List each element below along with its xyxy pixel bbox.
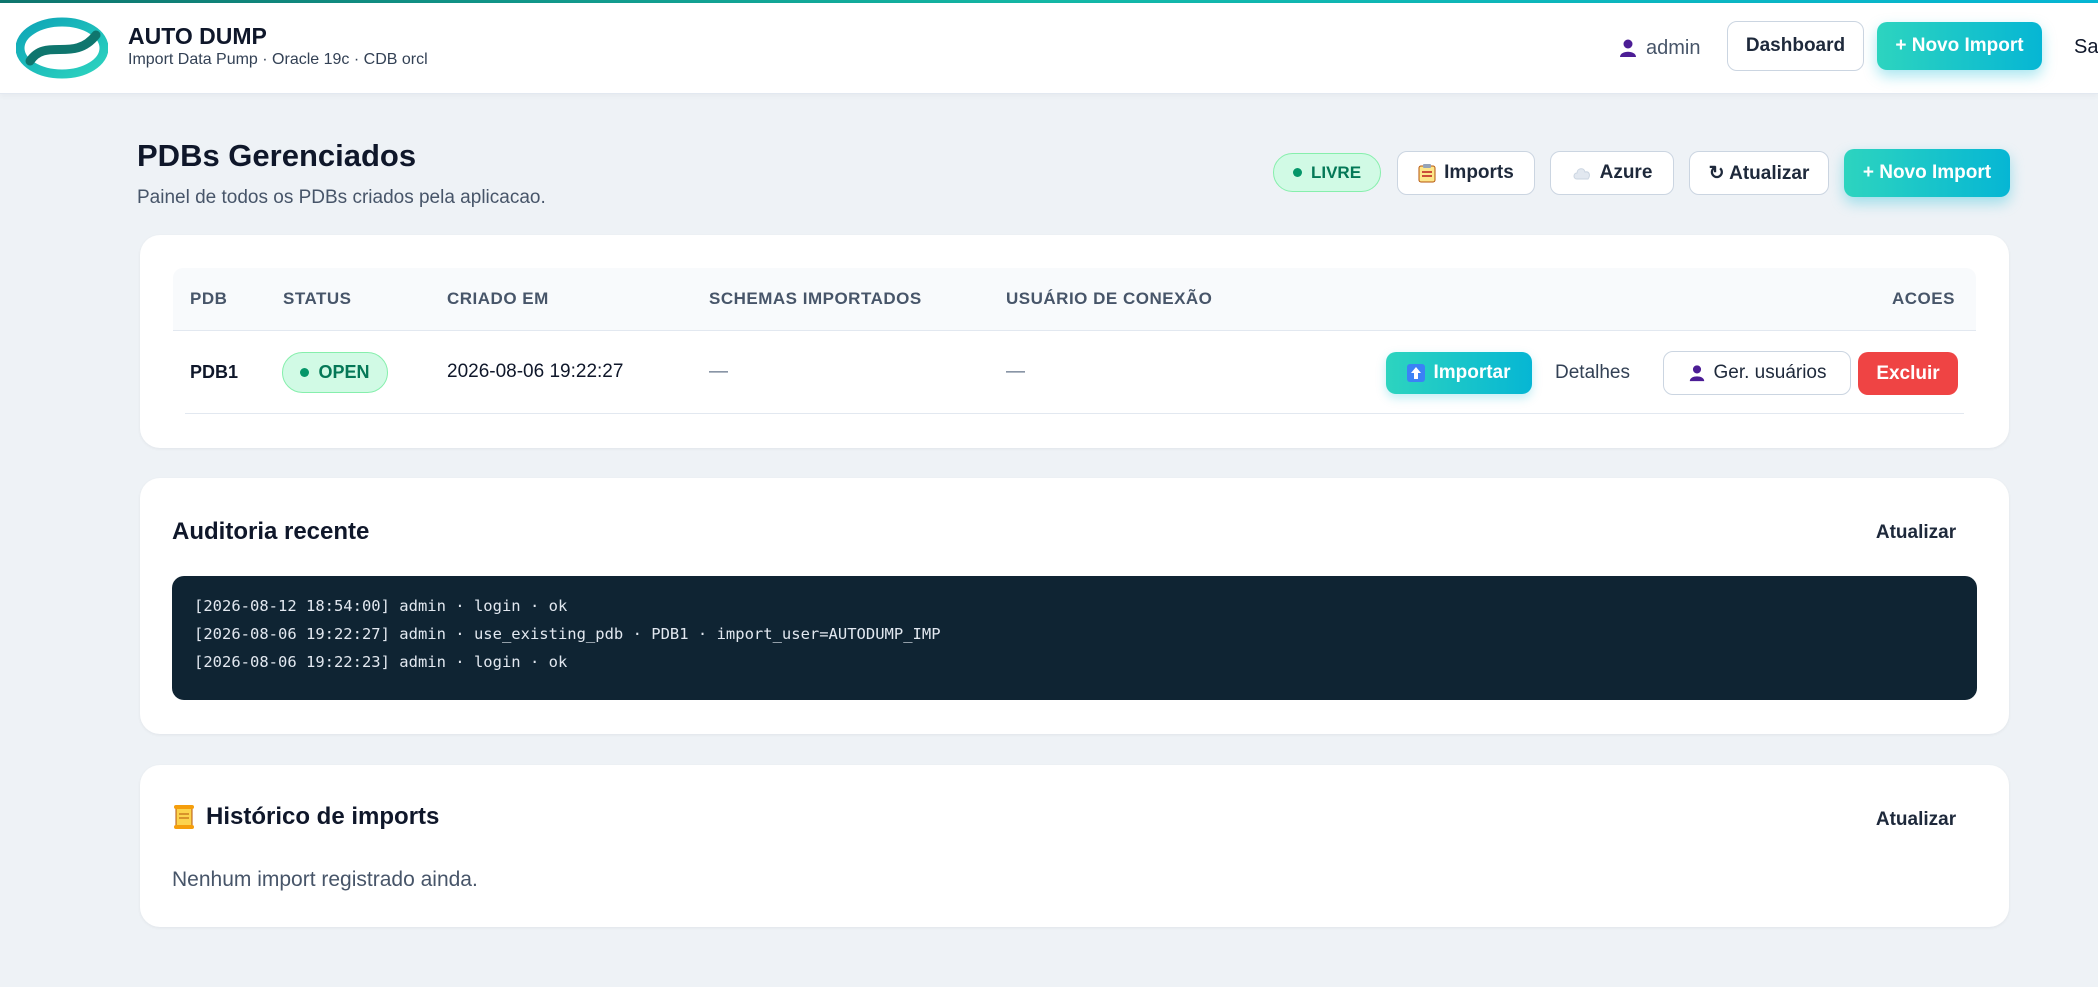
log-line: [2026-08-12 18:54:00] admin · login · ok (194, 597, 568, 615)
current-user-name: admin (1646, 36, 1701, 59)
current-user[interactable]: admin (1618, 33, 1700, 63)
new-import-button[interactable]: + Novo Import (1844, 149, 2010, 197)
refresh-button[interactable]: ↻ Atualizar (1689, 151, 1829, 195)
history-title-label: Histórico de imports (206, 803, 440, 830)
pdb-status-badge: OPEN (282, 352, 388, 393)
top-bar: AUTO DUMP Import Data Pump · Oracle 19c … (0, 3, 2098, 94)
pdb-schemas: — (709, 361, 728, 382)
status-dot-icon (300, 368, 310, 377)
pdb-status-label: OPEN (318, 362, 370, 382)
col-status: STATUS (283, 289, 352, 308)
import-button[interactable]: Importar (1386, 352, 1532, 394)
page-subtitle: Painel de todos os PDBs criados pela apl… (137, 187, 546, 208)
pdb-name: PDB1 (190, 362, 239, 382)
col-schemas: SCHEMAS IMPORTADOS (709, 289, 922, 308)
history-title: Histórico de imports (172, 803, 439, 831)
col-connection-user: USUÁRIO DE CONEXÃO (1006, 289, 1213, 308)
scroll-icon (174, 805, 194, 829)
user-icon (1689, 365, 1704, 382)
status-badge: LIVRE (1273, 153, 1381, 192)
azure-button[interactable]: Azure (1550, 151, 1674, 195)
page-title: PDBs Gerenciados (137, 138, 417, 173)
delete-button[interactable]: Excluir (1858, 352, 1958, 395)
history-refresh-button[interactable]: Atualizar (1867, 805, 1965, 835)
manage-users-button[interactable]: Ger. usuários (1663, 351, 1851, 395)
audit-refresh-label: Atualizar (1875, 522, 1957, 543)
user-icon (1620, 39, 1636, 57)
manage-users-button-label: Ger. usuários (1713, 362, 1827, 383)
new-import-button-label: + Novo Import (1862, 162, 1992, 183)
upload-arrow-icon (1407, 364, 1426, 382)
refresh-button-label: ↻ Atualizar (1708, 162, 1810, 184)
history-refresh-label: Atualizar (1875, 809, 1957, 830)
table-header: PDB STATUS CRIADO EM SCHEMAS IMPORTADOS … (173, 268, 1976, 331)
dashboard-button[interactable]: Dashboard (1727, 21, 1864, 71)
col-created: CRIADO EM (447, 289, 549, 308)
pdb-table-card: PDB STATUS CRIADO EM SCHEMAS IMPORTADOS … (140, 235, 2009, 448)
top-new-import-label: + Novo Import (1895, 35, 2024, 56)
azure-button-label: Azure (1599, 162, 1653, 183)
cloud-icon (1573, 168, 1590, 180)
log-line: [2026-08-06 19:22:23] admin · login · ok (194, 653, 568, 671)
details-button[interactable]: Detalhes (1546, 352, 1639, 394)
col-pdb: PDB (190, 289, 228, 308)
import-button-label: Importar (1433, 362, 1511, 383)
app-title: AUTO DUMP (128, 23, 267, 49)
history-empty-message: Nenhum import registrado ainda. (172, 868, 478, 891)
row-divider (185, 413, 1964, 414)
top-new-import-button[interactable]: + Novo Import (1877, 22, 2042, 70)
dashboard-button-label: Dashboard (1745, 35, 1846, 56)
details-button-label: Detalhes (1555, 362, 1630, 383)
status-dot-icon (1292, 168, 1302, 177)
clipboard-icon (1418, 164, 1436, 183)
app-subtitle: Import Data Pump · Oracle 19c · CDB orcl (128, 51, 428, 68)
delete-button-label: Excluir (1876, 362, 1940, 384)
status-badge-label: LIVRE (1310, 162, 1362, 182)
pdb-connection-user: — (1006, 361, 1025, 382)
col-actions: ACOES (1892, 289, 1955, 308)
audit-card: Auditoria recente Atualizar [2026-08-12 … (140, 478, 2009, 734)
logout-link[interactable]: Sa (2074, 36, 2098, 59)
imports-button[interactable]: Imports (1397, 151, 1535, 195)
logo-icon (16, 17, 108, 79)
audit-log: [2026-08-12 18:54:00] admin · login · ok… (172, 576, 1977, 700)
history-card: Histórico de imports Atualizar Nenhum im… (140, 765, 2009, 927)
pdb-created-at: 2026-08-06 19:22:27 (447, 361, 624, 382)
audit-refresh-button[interactable]: Atualizar (1867, 518, 1965, 548)
log-line: [2026-08-06 19:22:27] admin · use_existi… (194, 625, 941, 643)
imports-button-label: Imports (1444, 162, 1514, 183)
audit-title: Auditoria recente (172, 518, 370, 545)
